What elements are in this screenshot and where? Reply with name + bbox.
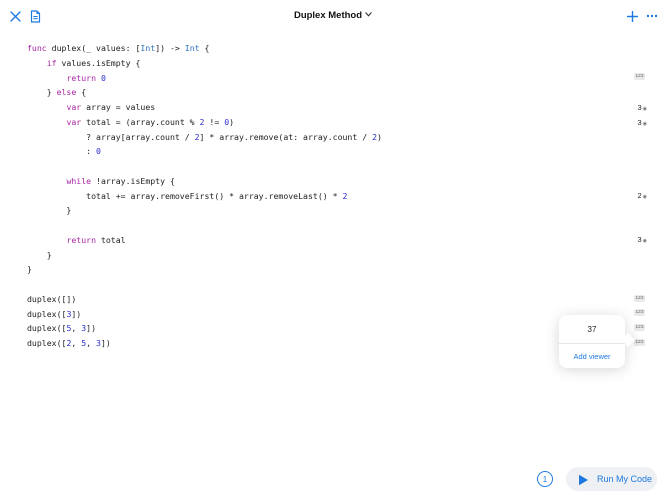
- result-return-total-count[interactable]: 3◉: [637, 235, 647, 244]
- code-line[interactable]: [27, 159, 647, 174]
- result-badge-call-4[interactable]: 123: [634, 339, 645, 346]
- result-count-text: 3: [637, 235, 642, 244]
- code-line[interactable]: duplex([3]): [27, 307, 647, 322]
- code-line[interactable]: [27, 277, 647, 292]
- result-array-count[interactable]: 3◉: [637, 103, 647, 112]
- document-title-menu[interactable]: Duplex Method: [0, 9, 666, 21]
- more-icon[interactable]: [643, 8, 661, 24]
- code-line[interactable]: while !array.isEmpty {: [27, 174, 647, 189]
- quick-look-icon: ◉: [642, 238, 647, 244]
- code-line[interactable]: return 0: [27, 71, 647, 86]
- code-line[interactable]: duplex([5, 3]): [27, 321, 647, 336]
- code-line[interactable]: var total = (array.count % 2 != 0): [27, 115, 647, 130]
- result-count-text: 3: [637, 103, 642, 112]
- result-while-count[interactable]: 2◉: [637, 191, 647, 200]
- result-badge-call-2[interactable]: 123: [634, 309, 645, 316]
- code-line[interactable]: total += array.removeFirst() * array.rem…: [27, 189, 647, 204]
- popover-value: 37: [587, 325, 597, 334]
- result-total-count[interactable]: 3◉: [637, 118, 647, 127]
- result-count-text: 2: [637, 191, 642, 200]
- code-line[interactable]: if values.isEmpty {: [27, 56, 647, 71]
- quick-look-icon: ◉: [642, 194, 647, 200]
- result-count-text: 3: [637, 118, 642, 127]
- quick-look-icon: ◉: [642, 106, 647, 112]
- result-badge-return-zero[interactable]: 123: [634, 73, 645, 80]
- code-line[interactable]: duplex([2, 5, 3]): [27, 336, 647, 351]
- result-popover: 37 Add viewer: [559, 315, 636, 368]
- code-line[interactable]: [27, 218, 647, 233]
- code-line[interactable]: ? array[array.count / 2] * array.remove(…: [27, 130, 647, 145]
- code-line[interactable]: }: [27, 203, 647, 218]
- plus-icon[interactable]: [623, 8, 641, 24]
- step-through-button[interactable]: 1: [537, 471, 553, 487]
- chevron-down-icon: [365, 9, 372, 20]
- run-my-code-button[interactable]: Run My Code: [566, 467, 657, 491]
- play-icon: [578, 473, 589, 491]
- run-button-label: Run My Code: [597, 474, 653, 484]
- toolbar: Duplex Method: [0, 0, 666, 32]
- code-line[interactable]: func duplex(_ values: [Int]) -> Int {: [27, 41, 647, 56]
- popover-divider: [559, 343, 625, 344]
- step-label: 1: [542, 474, 548, 484]
- code-line[interactable]: return total: [27, 233, 647, 248]
- code-editor[interactable]: func duplex(_ values: [Int]) -> Int { if…: [27, 41, 647, 351]
- code-line[interactable]: }: [27, 248, 647, 263]
- code-line[interactable]: } else {: [27, 85, 647, 100]
- result-badge-call-1[interactable]: 123: [634, 295, 645, 302]
- add-viewer-button[interactable]: Add viewer: [559, 352, 625, 361]
- page-title: Duplex Method: [293, 10, 363, 21]
- quick-look-icon: ◉: [642, 121, 647, 127]
- code-line[interactable]: var array = values: [27, 100, 647, 115]
- code-line[interactable]: duplex([]): [27, 292, 647, 307]
- code-line[interactable]: : 0: [27, 144, 647, 159]
- result-badge-call-3[interactable]: 123: [634, 324, 645, 331]
- code-line[interactable]: }: [27, 262, 647, 277]
